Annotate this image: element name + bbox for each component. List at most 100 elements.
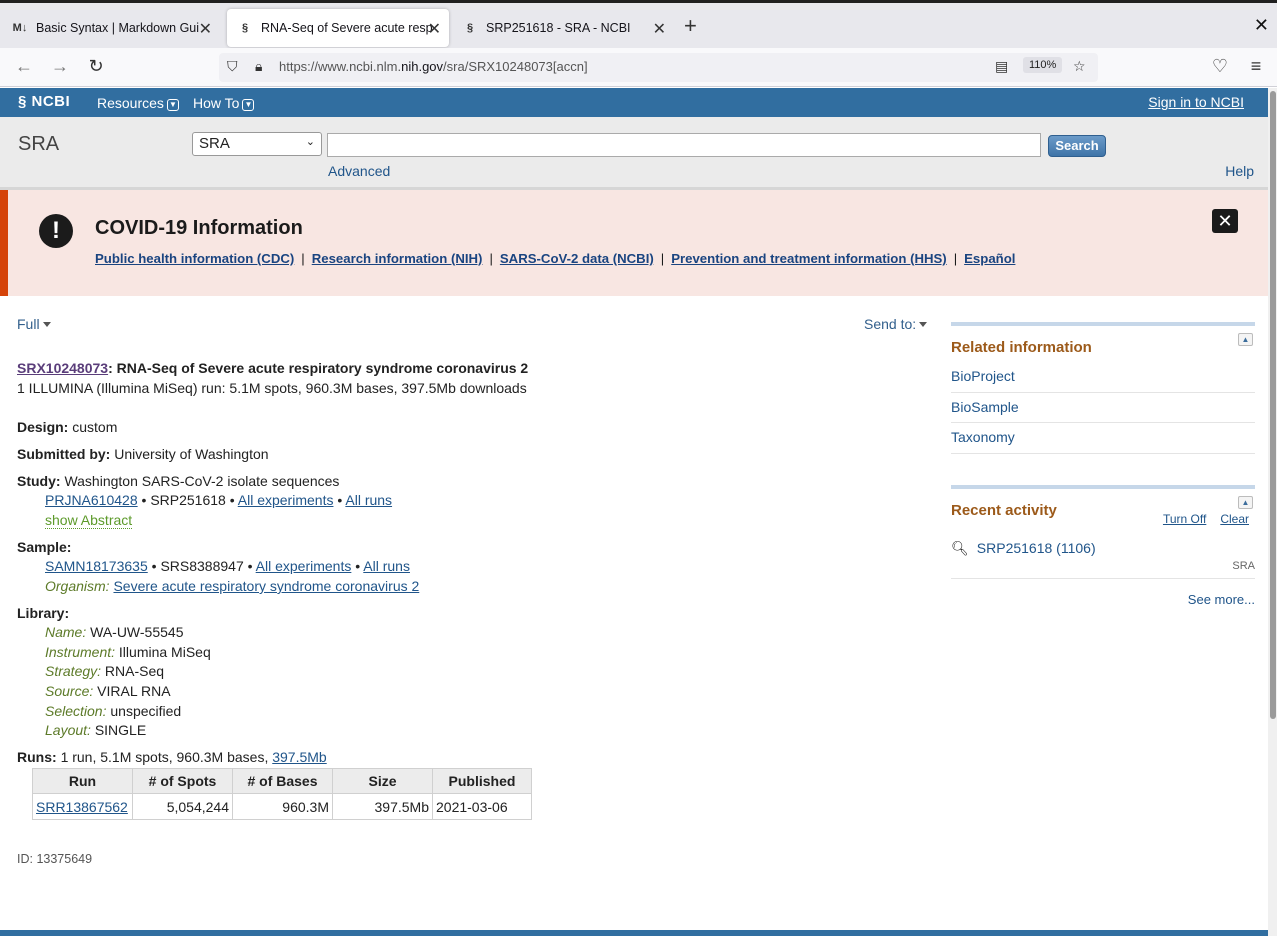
- library-strategy: Strategy: RNA-Seq: [45, 663, 165, 679]
- col-header-spots: # of Spots: [132, 768, 233, 794]
- covid-banner: ! COVID-19 Information Public health inf…: [0, 190, 1268, 296]
- ncbi-header: § NCBI Resources ▼ How To ▼ Sign in to NCB…: [0, 88, 1268, 117]
- size-cell: 397.5Mb: [332, 793, 433, 820]
- ncbi-helix-icon: §: [241, 22, 249, 34]
- recent-activity-db: SRA: [1232, 560, 1255, 572]
- tab-title: SRP251618 - SRA - NCBI: [486, 21, 631, 35]
- database-select[interactable]: SRA ⌄: [192, 132, 322, 156]
- search-icon: 🔍︎: [951, 540, 969, 556]
- clear-link[interactable]: Clear: [1220, 512, 1249, 526]
- close-tab-icon[interactable]: ✕: [199, 19, 212, 39]
- sample-all-experiments-link[interactable]: All experiments: [256, 558, 352, 574]
- runs-row: Runs: 1 run, 5.1M spots, 960.3M bases, 3…: [17, 749, 327, 765]
- sign-in-link[interactable]: Sign in to NCBI: [1148, 94, 1244, 110]
- study-links: PRJNA610428 • SRP251618 • All experiment…: [45, 492, 393, 508]
- caret-down-icon: [919, 322, 928, 327]
- format-dropdown[interactable]: Full: [17, 316, 51, 332]
- search-input[interactable]: [327, 133, 1041, 157]
- library-layout: Layout: SINGLE: [45, 722, 147, 738]
- submitted-row: Submitted by: University of Washington: [17, 446, 269, 462]
- hhs-link[interactable]: Prevention and treatment information (HH…: [671, 251, 947, 266]
- search-button[interactable]: Search: [1048, 135, 1106, 157]
- library-row: Library:: [17, 605, 70, 621]
- study-all-experiments-link[interactable]: All experiments: [238, 492, 334, 508]
- show-abstract-row: show Abstract: [45, 512, 133, 529]
- run-accession-link[interactable]: SRR13867562: [36, 799, 128, 815]
- tab-rna-seq[interactable]: § RNA-Seq of Severe acute resp ✕: [227, 9, 449, 47]
- record-summary: 1 ILLUMINA (Illumina MiSeq) run: 5.1M sp…: [17, 380, 527, 396]
- window-close-icon[interactable]: ✕: [1254, 15, 1269, 36]
- url-bar[interactable]: ⛉ 🔒︎ https://www.ncbi.nlm.nih.gov/sra/SR…: [219, 53, 1098, 82]
- organism-link[interactable]: Severe acute respiratory syndrome corona…: [113, 578, 419, 594]
- help-link[interactable]: Help: [1225, 163, 1254, 179]
- sidebar-item-biosample[interactable]: BioSample: [951, 393, 1255, 423]
- runs-size-link[interactable]: 397.5Mb: [272, 749, 326, 765]
- sample-row: Sample:: [17, 539, 72, 555]
- shield-icon[interactable]: ⛉: [227, 58, 238, 75]
- close-tab-icon[interactable]: ✕: [428, 19, 441, 39]
- bioproject-link[interactable]: PRJNA610428: [45, 492, 138, 508]
- howto-menu[interactable]: How To ▼: [193, 95, 255, 111]
- sidebar-item-bioproject[interactable]: BioProject: [951, 362, 1255, 393]
- accession-link[interactable]: SRX10248073: [17, 360, 108, 376]
- study-all-runs-link[interactable]: All runs: [345, 492, 392, 508]
- ncbi-helix-icon: §: [18, 93, 32, 110]
- show-abstract-link[interactable]: show Abstract: [45, 512, 133, 529]
- markdown-icon: M↓: [12, 22, 28, 34]
- zoom-level[interactable]: 110%: [1023, 57, 1063, 73]
- resources-menu[interactable]: Resources ▼: [97, 95, 179, 111]
- run-cell: SRR13867562: [32, 793, 133, 820]
- published-cell: 2021-03-06: [432, 793, 532, 820]
- reload-icon[interactable]: ↻: [84, 56, 108, 77]
- library-selection: Selection: unspecified: [45, 703, 182, 719]
- bookmark-star-icon[interactable]: ☆: [1073, 58, 1086, 75]
- library-source: Source: VIRAL RNA: [45, 683, 171, 699]
- col-header-size: Size: [332, 768, 433, 794]
- ncbi-data-link[interactable]: SARS-CoV-2 data (NCBI): [500, 251, 654, 266]
- advanced-search-link[interactable]: Advanced: [328, 163, 390, 179]
- cdc-link[interactable]: Public health information (CDC): [95, 251, 294, 266]
- library-name: Name: WA-UW-55545: [45, 624, 184, 640]
- forward-arrow-icon[interactable]: →: [48, 56, 72, 77]
- record-id: ID: 13375649: [17, 852, 93, 866]
- turn-off-link[interactable]: Turn Off: [1163, 512, 1206, 526]
- menu-icon[interactable]: ≡: [1244, 56, 1268, 77]
- url-text[interactable]: https://www.ncbi.nlm.nih.gov/sra/SRX1024…: [279, 59, 588, 74]
- collapse-icon[interactable]: ▲: [1238, 495, 1253, 509]
- recent-activity-item[interactable]: 🔍︎ SRP251618 (1106): [951, 540, 1096, 557]
- see-more-link[interactable]: See more...: [1188, 592, 1255, 607]
- biosample-link[interactable]: SAMN18173635: [45, 558, 148, 574]
- recent-search-link[interactable]: SRP251618 (1106): [977, 540, 1096, 556]
- exclamation-icon: !: [39, 214, 73, 248]
- close-tab-icon[interactable]: ✕: [653, 19, 666, 39]
- reader-view-icon[interactable]: ▤: [995, 58, 1008, 75]
- search-bar: SRA SRA ⌄ Search Advanced Help: [0, 117, 1268, 190]
- ncbi-logo[interactable]: § NCBI: [18, 93, 70, 110]
- sample-links: SAMN18173635 • SRS8388947 • All experime…: [45, 558, 410, 574]
- sample-all-runs-link[interactable]: All runs: [363, 558, 410, 574]
- chevron-down-icon: ▼: [242, 99, 255, 111]
- pocket-icon[interactable]: ♡: [1208, 56, 1232, 77]
- related-info-header: Related information ▲: [951, 322, 1255, 362]
- tab-markdown-guide[interactable]: M↓ Basic Syntax | Markdown Gui ✕: [2, 9, 220, 47]
- sidebar-item-taxonomy[interactable]: Taxonomy: [951, 423, 1255, 454]
- browser-tab-bar: M↓ Basic Syntax | Markdown Gui ✕ § RNA-S…: [0, 0, 1277, 48]
- lock-icon[interactable]: 🔒︎: [255, 58, 262, 75]
- send-to-dropdown[interactable]: Send to:: [864, 316, 928, 332]
- tab-srp251618[interactable]: § SRP251618 - SRA - NCBI ✕: [452, 9, 674, 47]
- table-row: SRR13867562 5,054,244 960.3M 397.5Mb 202…: [32, 793, 532, 820]
- scrollbar-thumb[interactable]: [1270, 91, 1276, 719]
- close-banner-button[interactable]: ✕: [1212, 209, 1238, 233]
- covid-links: Public health information (CDC) | Research…: [95, 251, 1016, 266]
- nih-link[interactable]: Research information (NIH): [312, 251, 483, 266]
- tab-title: RNA-Seq of Severe acute resp: [261, 21, 433, 35]
- new-tab-icon[interactable]: +: [684, 15, 697, 37]
- espanol-link[interactable]: Español: [964, 251, 1015, 266]
- scrollbar[interactable]: [1268, 88, 1277, 936]
- recent-activity-actions: Turn Off Clear: [1149, 512, 1249, 526]
- chevron-down-icon: ▼: [166, 99, 179, 111]
- collapse-icon[interactable]: ▲: [1238, 333, 1253, 346]
- chevron-down-icon: ⌄: [305, 136, 315, 148]
- back-arrow-icon[interactable]: ←: [12, 56, 36, 77]
- divider: [951, 578, 1255, 579]
